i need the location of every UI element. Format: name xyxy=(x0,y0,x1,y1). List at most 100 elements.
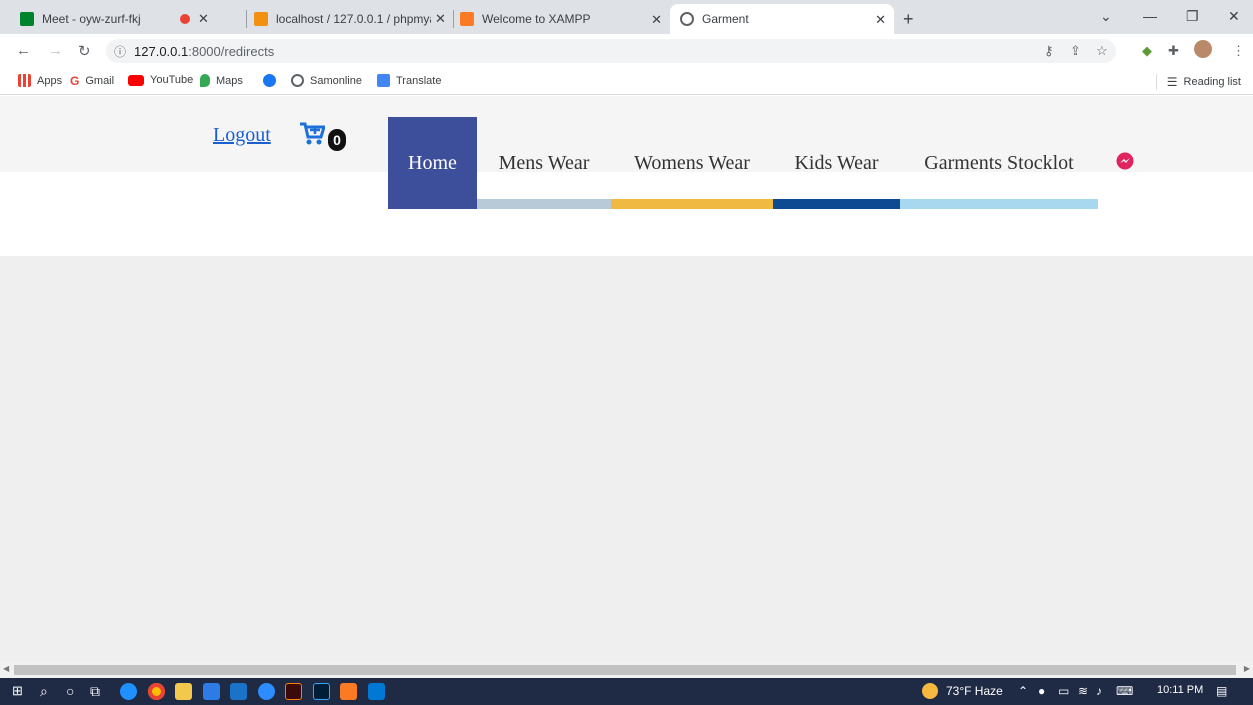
reading-list-label: Reading list xyxy=(1183,76,1241,88)
reading-list-button[interactable]: ☰ Reading list xyxy=(1155,74,1241,90)
close-icon[interactable]: ✕ xyxy=(875,12,886,28)
logout-link[interactable]: Logout xyxy=(213,124,271,147)
horizontal-scrollbar[interactable]: ◀ ▶ xyxy=(0,662,1253,678)
battery-icon[interactable]: ▭ xyxy=(1058,684,1069,698)
extension-icon[interactable]: ◆ xyxy=(1142,43,1152,59)
tab-title: Meet - oyw-zurf-fkj xyxy=(42,12,141,26)
photoshop-icon[interactable] xyxy=(313,683,330,700)
nav-label: Home xyxy=(408,151,457,174)
close-icon[interactable]: ✕ xyxy=(435,11,446,27)
illustrator-icon[interactable] xyxy=(285,683,302,700)
bookmark-maps[interactable]: Maps xyxy=(200,74,243,87)
search-icon[interactable]: ⌕ xyxy=(40,683,48,700)
nav-label: Garments Stocklot xyxy=(924,151,1074,174)
bookmark-facebook[interactable] xyxy=(263,74,282,87)
nav-label: Womens Wear xyxy=(634,151,750,174)
nav-mens-wear[interactable]: Mens Wear xyxy=(477,117,611,209)
scroll-right-icon[interactable]: ▶ xyxy=(1244,664,1250,673)
zoom-icon[interactable] xyxy=(258,683,275,700)
nav-home[interactable]: Home xyxy=(388,117,477,209)
tab-garment[interactable]: Garment ✕ xyxy=(670,4,894,34)
puzzle-icon[interactable]: ✚ xyxy=(1168,43,1179,59)
bookmark-samonline[interactable]: Samonline xyxy=(291,74,362,87)
scroll-left-icon[interactable]: ◀ xyxy=(3,664,9,673)
weather-icon[interactable] xyxy=(922,683,938,699)
cortana-icon[interactable]: ○ xyxy=(66,683,74,699)
profile-avatar[interactable] xyxy=(1194,40,1212,58)
nav-garments-stocklot[interactable]: Garments Stocklot xyxy=(900,117,1098,209)
nav-kids-wear[interactable]: Kids Wear xyxy=(773,117,900,209)
vscode-icon[interactable] xyxy=(368,683,385,700)
tray-chevron-icon[interactable]: ⌃ xyxy=(1018,684,1028,698)
restore-icon[interactable]: ❐ xyxy=(1186,8,1199,25)
nav-color-bar xyxy=(773,199,900,209)
share-icon[interactable]: ⇪ xyxy=(1070,43,1081,59)
bookmark-gmail[interactable]: G Gmail xyxy=(70,74,115,88)
xampp-icon[interactable] xyxy=(340,683,357,700)
messenger-icon[interactable] xyxy=(1116,152,1134,170)
close-icon[interactable]: ✕ xyxy=(198,11,209,27)
bookmark-label: Apps xyxy=(37,74,63,87)
tab-meet[interactable]: Meet - oyw-zurf-fkj xyxy=(20,4,172,34)
cart-count-badge: 0 xyxy=(328,129,346,151)
nav-color-bar xyxy=(477,199,611,209)
task-view-icon[interactable]: ⧉ xyxy=(90,683,100,700)
windows-taskbar: ⊞ ⌕ ○ ⧉ 73°F Haze ⌃ ● ▭ ≋ ♪ ⌨ 10:11 PM ▤ xyxy=(0,678,1253,705)
tab-phpmyadmin[interactable]: localhost / 127.0.0.1 / phpmyadmin ✕ xyxy=(254,4,454,34)
facebook-icon xyxy=(263,74,276,87)
divider xyxy=(1155,74,1157,90)
bookmark-translate[interactable]: Translate xyxy=(377,74,441,87)
tab-title: localhost / 127.0.0.1 / phpmyadmin xyxy=(276,12,431,26)
address-bar[interactable]: ⓘ 127.0.0.1:8000/redirects xyxy=(106,39,1116,63)
cart-icon[interactable] xyxy=(299,121,325,147)
browser-tab-strip: Meet - oyw-zurf-fkj ✕ localhost / 127.0.… xyxy=(0,0,1253,34)
back-icon[interactable]: ← xyxy=(16,42,31,59)
bookmark-youtube[interactable]: YouTube xyxy=(128,74,193,86)
page-viewport: Logout 0 Home Mens Wear Womens Wear Kids… xyxy=(0,96,1253,662)
bookmark-label: Maps xyxy=(216,74,243,87)
globe-icon xyxy=(680,12,694,26)
reload-icon[interactable]: ↻ xyxy=(78,42,91,60)
wifi-icon[interactable]: ≋ xyxy=(1078,684,1088,698)
info-icon[interactable]: ⓘ xyxy=(114,43,126,60)
windows-start-icon[interactable]: ⊞ xyxy=(12,683,23,699)
bookmark-label: Samonline xyxy=(310,74,362,87)
nav-womens-wear[interactable]: Womens Wear xyxy=(611,117,773,209)
forward-icon[interactable]: → xyxy=(48,42,63,59)
clock[interactable]: 10:11 PM xyxy=(1157,684,1203,696)
password-key-icon[interactable]: ⚷ xyxy=(1044,43,1054,59)
minimize-icon[interactable]: — xyxy=(1143,8,1157,24)
weather-text[interactable]: 73°F Haze xyxy=(946,684,1003,698)
browser-toolbar: ← → ↻ ⓘ 127.0.0.1:8000/redirects ⚷ ⇪ ☆ ◆… xyxy=(0,34,1253,68)
bookmark-star-icon[interactable]: ☆ xyxy=(1096,43,1108,59)
new-tab-button[interactable]: + xyxy=(903,9,914,30)
bookmark-label: YouTube xyxy=(150,74,194,86)
bookmark-label: Gmail xyxy=(85,74,115,87)
tab-title: Welcome to XAMPP xyxy=(482,12,591,26)
edge-icon[interactable] xyxy=(120,683,137,700)
youtube-icon xyxy=(128,74,144,86)
menu-kebab-icon[interactable]: ⋮ xyxy=(1232,43,1245,59)
keyboard-icon[interactable]: ⌨ xyxy=(1116,684,1133,698)
chrome-icon[interactable] xyxy=(148,683,165,700)
close-window-icon[interactable]: ✕ xyxy=(1228,8,1240,25)
reading-list-icon: ☰ xyxy=(1166,75,1178,89)
meet-icon xyxy=(20,12,34,26)
volume-icon[interactable]: ♪ xyxy=(1096,684,1102,698)
url-host: 127.0.0.1 xyxy=(134,43,189,59)
xampp-icon xyxy=(460,12,474,26)
close-icon[interactable]: ✕ xyxy=(651,12,662,28)
scrollbar-thumb[interactable] xyxy=(14,665,1236,675)
microphone-icon[interactable]: ● xyxy=(1038,684,1045,698)
tab-separator xyxy=(246,10,247,28)
bookmark-apps[interactable]: Apps xyxy=(18,74,62,87)
notifications-icon[interactable]: ▤ xyxy=(1216,684,1227,698)
bookmarks-bar: Apps G Gmail YouTube Maps Samonline Tran… xyxy=(0,68,1253,95)
mail-icon[interactable] xyxy=(230,683,247,700)
maps-pin-icon xyxy=(200,74,210,87)
tab-recording[interactable]: ✕ xyxy=(180,4,240,34)
store-icon[interactable] xyxy=(203,683,220,700)
tab-search-icon[interactable]: ⌄ xyxy=(1100,8,1112,25)
tab-xampp[interactable]: Welcome to XAMPP ✕ xyxy=(460,4,670,34)
file-explorer-icon[interactable] xyxy=(175,683,192,700)
